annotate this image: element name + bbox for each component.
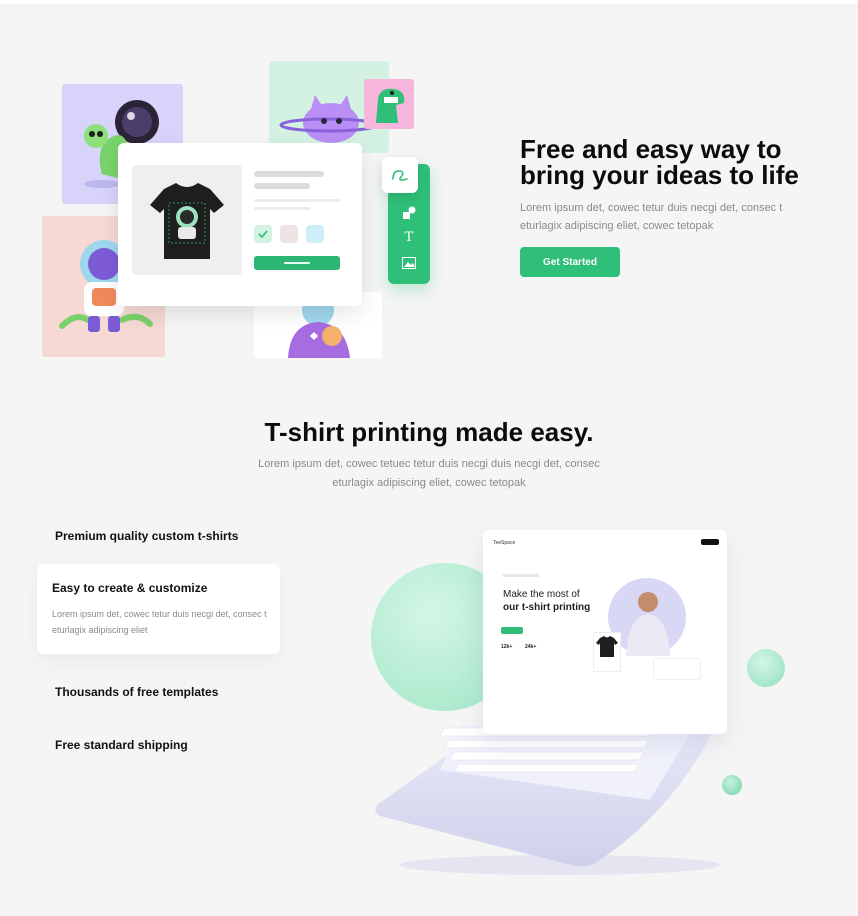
get-started-button[interactable]: Get Started — [520, 247, 620, 277]
tshirt-thumbnail — [593, 632, 621, 672]
add-to-cart-button[interactable] — [254, 256, 340, 270]
section-title: T-shirt printing made easy. — [264, 417, 594, 447]
screen-brand: TeeSpace — [493, 540, 516, 546]
screen-headline-line2: our t-shirt printing — [503, 602, 591, 613]
feature-free-templates[interactable]: Thousands of free templates — [55, 685, 218, 699]
feature-card-title: Easy to create & customize — [52, 581, 208, 595]
design-editor-card — [118, 143, 362, 306]
line-placeholder — [254, 199, 340, 202]
screen-cta — [501, 627, 523, 634]
mint-dot-decoration — [747, 649, 785, 687]
screen-stat-1: 12k+ — [501, 644, 513, 650]
tshirt-icon — [150, 183, 224, 259]
feature-card-text: Lorem ipsum det, cowec tetur duis necgi … — [52, 609, 267, 635]
screen-signup-button — [701, 539, 719, 545]
tshirt-preview — [132, 165, 242, 275]
color-swatch-pink[interactable] — [280, 225, 298, 243]
text-icon[interactable]: T — [400, 228, 418, 246]
feature-free-shipping[interactable]: Free standard shipping — [55, 738, 188, 752]
dino-sticker-card — [364, 79, 414, 129]
color-swatch-blue[interactable] — [306, 225, 324, 243]
color-swatch-mint[interactable] — [254, 225, 272, 243]
check-icon — [258, 230, 268, 239]
screen-stat-2: 24k+ — [525, 644, 537, 650]
screen-headline: Make the most of our t-shirt printing — [503, 588, 590, 614]
feature-card-active[interactable]: Easy to create & customize Lorem ipsum d… — [37, 564, 280, 654]
line-placeholder — [254, 207, 310, 210]
image-icon[interactable] — [400, 254, 418, 272]
title-placeholder — [254, 171, 324, 177]
shapes-icon[interactable] — [400, 204, 418, 222]
draw-tool-button[interactable] — [382, 157, 418, 193]
laptop-screen: TeeSpace Make the most of our t-shirt pr… — [483, 530, 727, 734]
hero-title: Free and easy way to bring your ideas to… — [520, 134, 799, 190]
section-description: Lorem ipsum det, cowec tetuec tetur duis… — [258, 458, 600, 489]
draw-icon — [392, 170, 408, 181]
screen-tagline — [503, 574, 539, 577]
reviews-chip — [653, 658, 701, 680]
top-strip — [0, 0, 858, 4]
dino-illustration — [376, 88, 405, 123]
hero-description: Lorem ipsum det, cowec tetur duis necgi … — [520, 202, 783, 232]
subtitle-placeholder — [254, 183, 310, 189]
screen-headline-line1: Make the most of — [503, 589, 580, 600]
feature-premium-quality[interactable]: Premium quality custom t-shirts — [55, 529, 238, 543]
